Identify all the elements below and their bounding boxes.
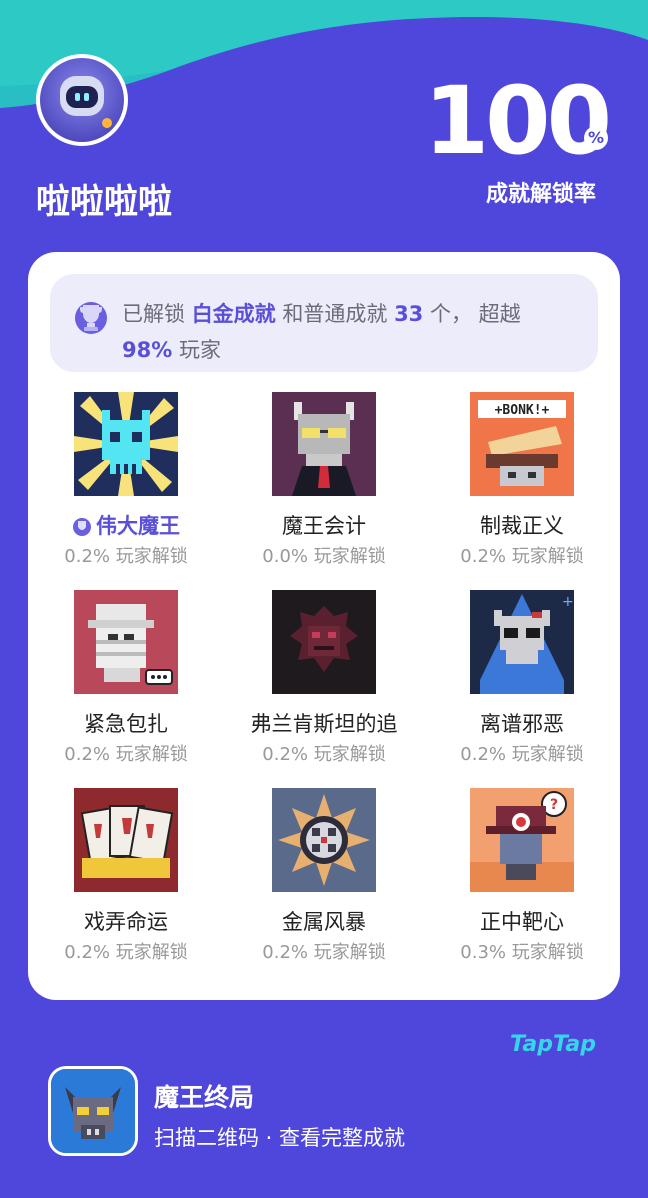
- robot-avatar-icon: [40, 58, 124, 142]
- summary-platinum: 白金成就: [191, 302, 276, 326]
- taptap-logo: TapTap: [510, 1032, 596, 1057]
- username: 啦啦啦啦: [36, 182, 172, 222]
- achievement-unlock-percent: 0.2% 玩家解锁: [460, 546, 584, 567]
- demon-accountant-icon: [272, 392, 376, 496]
- mummy-icon: [74, 590, 178, 694]
- svg-text:+BONK!+: +BONK!+: [495, 403, 550, 418]
- metal-gear-icon: [272, 788, 376, 892]
- svg-text:+: +: [562, 594, 574, 610]
- achievement-unlock-percent: 0.2% 玩家解锁: [64, 546, 188, 567]
- achievement-name: 正中靶心: [480, 910, 564, 934]
- achievement-item[interactable]: 戏弄命运 0.2% 玩家解锁: [28, 788, 224, 966]
- summary-text: 玩家: [178, 338, 221, 362]
- game-title: 魔王终局: [154, 1083, 255, 1112]
- achievement-item[interactable]: 伟大魔王 0.2% 玩家解锁: [28, 392, 224, 570]
- achievement-item[interactable]: + 离谱邪恶 0.2% 玩家解锁: [424, 590, 620, 768]
- achievement-item[interactable]: +BONK!+ 制裁正义 0.2% 玩家解锁: [424, 392, 620, 570]
- dark-demon-icon: [272, 590, 376, 694]
- trophy-icon: [75, 302, 107, 334]
- achievement-name: 离谱邪恶: [480, 712, 564, 736]
- achievement-unlock-percent: 0.3% 玩家解锁: [460, 942, 584, 963]
- achievement-item[interactable]: 弗兰肯斯坦的追 0.2% 玩家解锁: [226, 590, 422, 768]
- game-icon[interactable]: [48, 1066, 138, 1156]
- unlock-rate-unit: %: [584, 126, 608, 150]
- svg-text:?: ?: [550, 797, 558, 813]
- demon-king-game-icon: [51, 1069, 135, 1153]
- achievement-name: 制裁正义: [480, 514, 564, 538]
- achievement-card: 已解锁 白金成就 和普通成就 33 个， 超越 98% 玩家 伟大魔王 0.2%…: [28, 252, 620, 1000]
- summary-text: 和普通成就: [282, 302, 388, 326]
- achievement-unlock-percent: 0.2% 玩家解锁: [262, 942, 386, 963]
- achievement-item[interactable]: 金属风暴 0.2% 玩家解锁: [226, 788, 422, 966]
- achievement-unlock-percent: 0.2% 玩家解锁: [64, 942, 188, 963]
- user-avatar[interactable]: [36, 54, 128, 146]
- playing-cards-icon: [74, 788, 178, 892]
- cyan-skull-icon: [74, 392, 178, 496]
- achievement-item[interactable]: 紧急包扎 0.2% 玩家解锁: [28, 590, 224, 768]
- platinum-trophy-icon: [73, 518, 91, 536]
- summary-text: 已解锁: [122, 302, 185, 326]
- achievement-unlock-percent: 0.2% 玩家解锁: [262, 744, 386, 765]
- achievement-name: 紧急包扎: [84, 712, 168, 736]
- achievement-name: 金属风暴: [282, 910, 366, 934]
- summary-percent: 98%: [122, 338, 173, 362]
- summary-text: 个，: [429, 302, 472, 326]
- achievement-item[interactable]: ? 正中靶心 0.3% 玩家解锁: [424, 788, 620, 966]
- hooded-skull-icon: +: [470, 590, 574, 694]
- achievement-name-text: 伟大魔王: [96, 514, 180, 538]
- target-hat-icon: ?: [470, 788, 574, 892]
- achievement-unlock-percent: 0.2% 玩家解锁: [64, 744, 188, 765]
- summary-count: 33: [394, 302, 424, 326]
- achievement-name: 戏弄命运: [84, 910, 168, 934]
- unlock-rate-label: 成就解锁率: [485, 182, 596, 207]
- achievement-name: 弗兰肯斯坦的追: [250, 712, 398, 736]
- achievement-name: 魔王会计: [282, 514, 366, 538]
- achievement-unlock-percent: 0.0% 玩家解锁: [262, 546, 386, 567]
- achievement-unlock-percent: 0.2% 玩家解锁: [460, 744, 584, 765]
- unlock-rate-value: 100: [423, 67, 612, 176]
- achievement-item[interactable]: 魔王会计 0.0% 玩家解锁: [226, 392, 422, 570]
- scan-qr-hint: 扫描二维码 · 查看完整成就: [154, 1126, 406, 1150]
- bonk-hammer-icon: +BONK!+: [470, 392, 574, 496]
- achievement-name: 伟大魔王: [41, 512, 211, 540]
- achievement-summary: 已解锁 白金成就 和普通成就 33 个， 超越 98% 玩家: [50, 274, 598, 372]
- summary-text: 超越: [478, 302, 521, 326]
